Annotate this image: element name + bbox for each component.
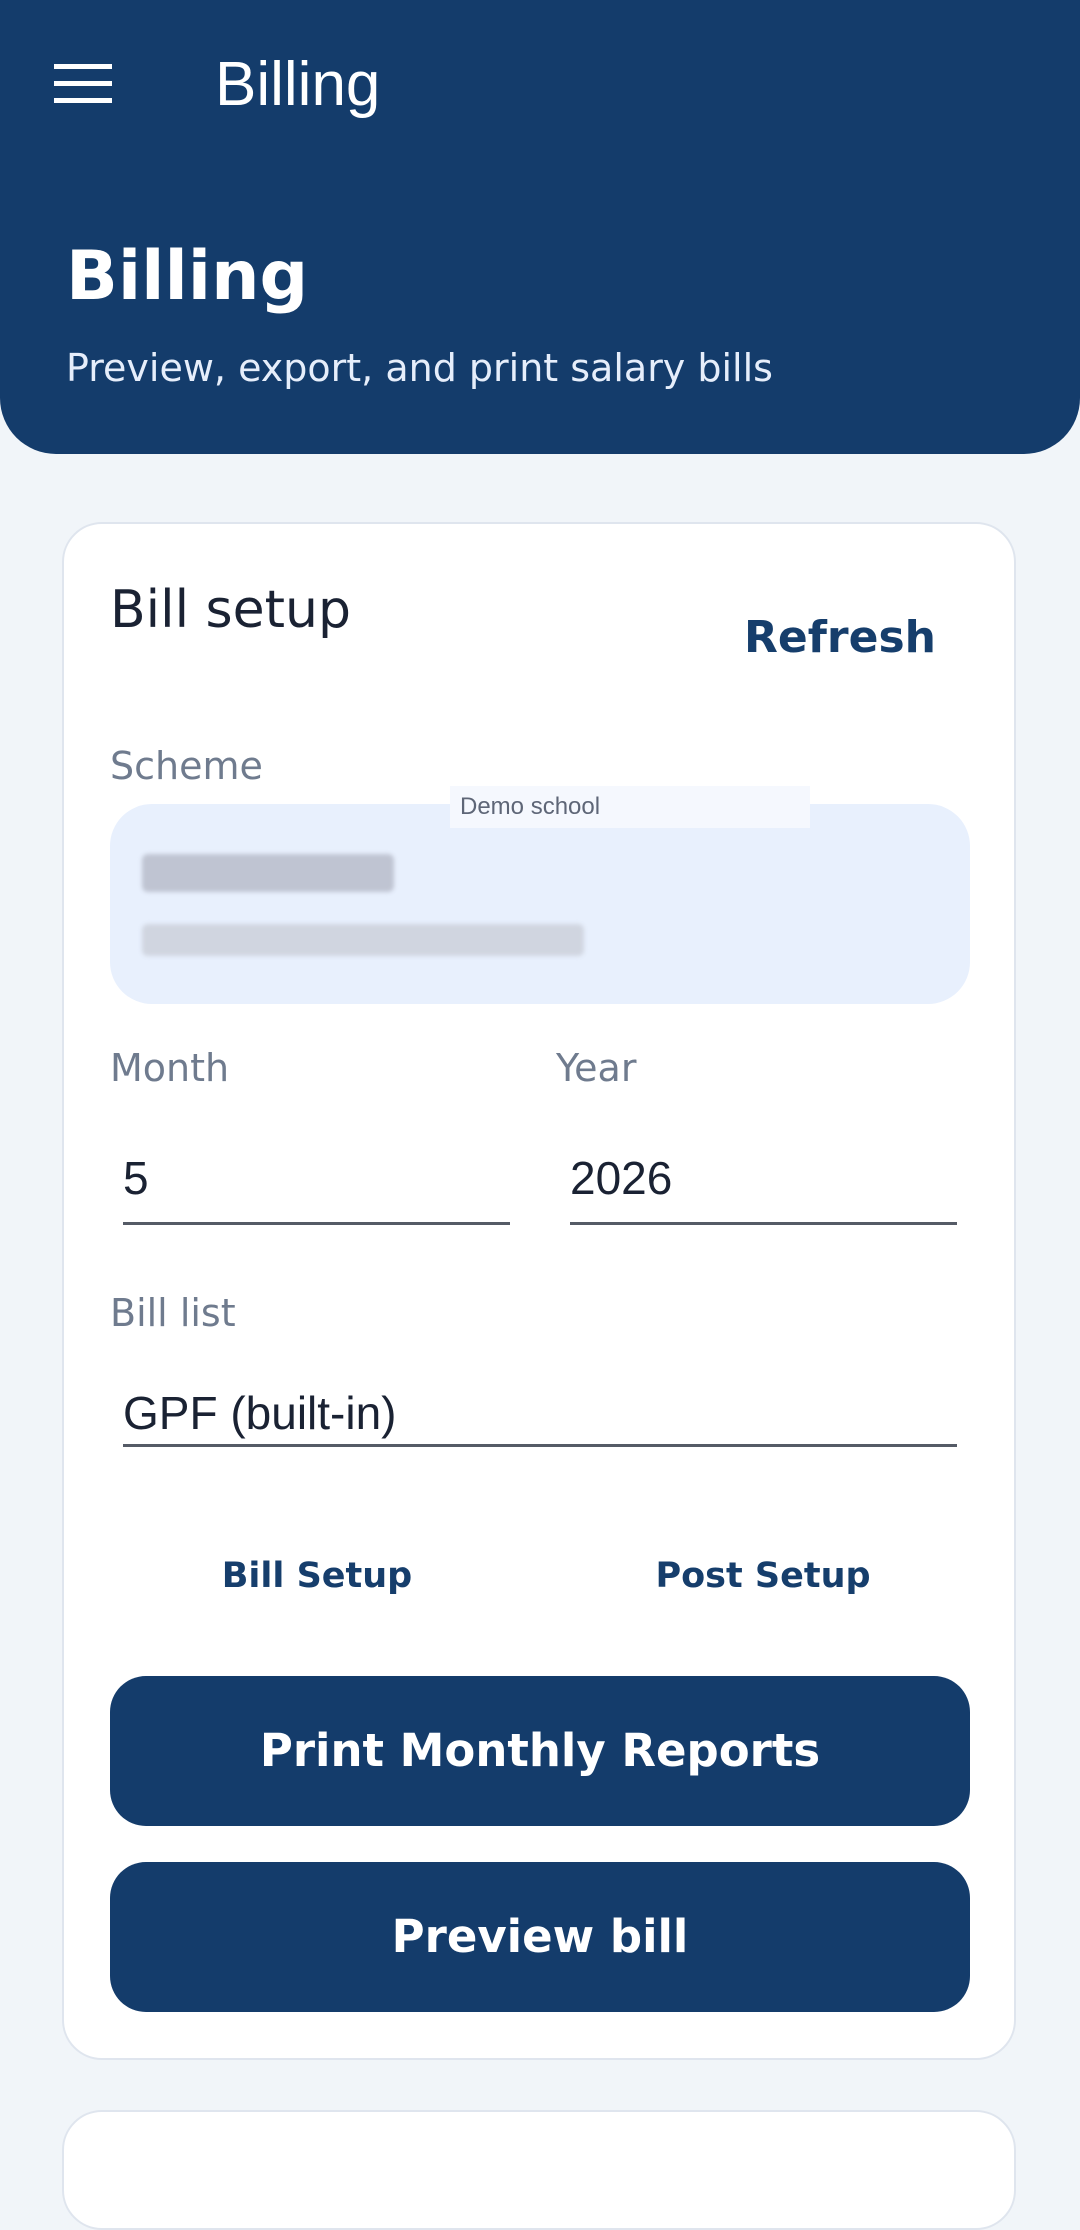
scheme-name-redacted [142,854,394,892]
hamburger-menu-icon [54,62,114,110]
month-label: Month [110,1046,230,1090]
year-label: Year [556,1046,637,1090]
bill-list-label: Bill list [110,1291,236,1335]
post-setup-link[interactable]: Post Setup [646,1548,880,1604]
app-bar-title: Billing [215,50,381,119]
bill-setup-title: Bill setup [110,580,351,640]
bill-list-underline [123,1444,957,1447]
page-subtitle: Preview, export, and print salary bills [66,346,773,390]
bill-list-select[interactable]: GPF (built-in) [123,1383,396,1443]
year-underline [570,1222,957,1225]
scheme-label: Scheme [110,744,263,788]
scheme-detail-redacted [142,924,584,956]
print-monthly-reports-button[interactable]: Print Monthly Reports [110,1676,970,1826]
menu-button[interactable] [44,52,124,120]
next-card [62,2110,1016,2230]
refresh-button[interactable]: Refresh [740,600,940,676]
page-title: Billing [66,237,309,316]
scheme-selector[interactable] [110,804,970,1004]
month-input[interactable]: 5 [123,1148,149,1208]
preview-bill-button[interactable]: Preview bill [110,1862,970,2012]
scheme-tag: Demo school [450,786,810,828]
year-input[interactable]: 2026 [570,1148,672,1208]
bill-setup-link[interactable]: Bill Setup [200,1548,434,1604]
month-underline [123,1222,510,1225]
